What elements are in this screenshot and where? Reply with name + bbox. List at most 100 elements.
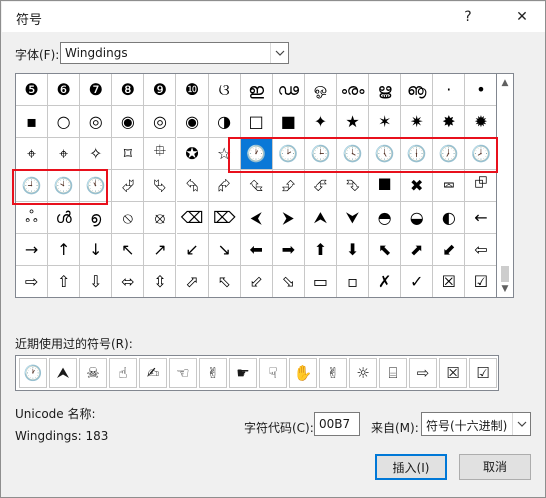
symbol-cell[interactable]: ⯀ — [369, 170, 402, 202]
symbol-cell[interactable]: ❺ — [16, 74, 49, 106]
recent-symbol-cell[interactable]: ☛ — [229, 358, 257, 388]
symbol-cell[interactable]: ⬀ — [177, 266, 209, 297]
from-select[interactable]: 符号(十六进制) — [421, 412, 531, 436]
symbol-cell[interactable]: ⮱ — [144, 170, 177, 202]
symbol-cell[interactable]: ↘ — [208, 234, 241, 266]
recent-symbol-cell[interactable]: ☟ — [259, 358, 287, 388]
recent-symbol-cell[interactable]: ⮝ — [49, 358, 77, 388]
symbol-cell[interactable]: ❼ — [80, 74, 113, 106]
symbol-cell[interactable]: ○ — [48, 106, 81, 138]
symbol-cell[interactable]: ஃ — [16, 202, 49, 234]
symbol-cell[interactable]: ◒ — [401, 202, 434, 234]
symbol-cell[interactable]: ✸ — [433, 106, 466, 138]
symbol-cell[interactable]: ✶ — [369, 106, 402, 138]
symbol-cell[interactable]: ൠ — [369, 74, 402, 106]
symbol-cell[interactable]: ஓ — [304, 74, 337, 106]
symbol-cell[interactable]: ⬇ — [337, 234, 370, 266]
symbol-cell[interactable]: ⮟ — [337, 202, 370, 234]
recent-symbol-cell[interactable]: ☠ — [79, 358, 107, 388]
symbol-cell[interactable]: ↗ — [144, 234, 177, 266]
symbol-cell[interactable]: ⌖ — [16, 138, 49, 170]
symbol-cell[interactable]: • — [465, 74, 496, 106]
symbol-cell[interactable]: ഇ — [240, 74, 273, 106]
symbol-cell[interactable]: ⬄ — [112, 266, 145, 297]
recent-symbol-cell[interactable]: ☒ — [439, 358, 467, 388]
symbol-cell[interactable]: ☑ — [465, 266, 496, 297]
scroll-up-icon[interactable]: ▲ — [497, 74, 513, 91]
symbol-cell[interactable]: ▫ — [337, 266, 370, 297]
symbol-cell[interactable]: ◎ — [80, 106, 113, 138]
symbol-cell[interactable]: ✦ — [304, 106, 337, 138]
char-code-input[interactable]: 00B7 — [314, 412, 360, 436]
scroll-down-icon[interactable]: ▼ — [497, 280, 513, 297]
cancel-button[interactable]: 取消 — [459, 454, 531, 480]
recent-symbol-cell[interactable]: ✍ — [139, 358, 167, 388]
recent-symbol-cell[interactable]: ☑ — [469, 358, 497, 388]
symbol-cell[interactable]: ✗ — [369, 266, 402, 297]
chevron-down-icon[interactable] — [512, 413, 530, 435]
symbol-cell[interactable]: ൟ — [337, 74, 370, 106]
symbol-cell[interactable]: ⮲ — [176, 170, 209, 202]
recent-symbol-cell[interactable]: ✌ — [319, 358, 347, 388]
symbol-cell[interactable]: ⮝ — [304, 202, 337, 234]
symbol-cell[interactable]: ⇧ — [48, 266, 81, 297]
symbol-cell[interactable]: ◉ — [176, 106, 209, 138]
symbol-cell[interactable]: ✪ — [176, 138, 209, 170]
symbol-cell[interactable]: ★ — [337, 106, 370, 138]
symbol-cell[interactable]: ■ — [272, 106, 305, 138]
symbol-cell[interactable]: ❾ — [144, 74, 177, 106]
close-button[interactable]: ✕ — [502, 3, 542, 31]
symbol-cell[interactable]: ⮹ — [433, 170, 466, 202]
symbol-cell[interactable]: ✷ — [401, 106, 434, 138]
symbol-cell[interactable]: ◉ — [112, 106, 145, 138]
recent-symbol-cell[interactable]: ☝ — [109, 358, 137, 388]
symbol-cell[interactable]: ⇦ — [465, 234, 496, 266]
symbol-cell[interactable]: ⌫ — [176, 202, 209, 234]
symbol-cell[interactable]: ⌖ — [48, 138, 81, 170]
symbol-cell[interactable]: ❽ — [112, 74, 145, 106]
symbol-cell[interactable]: ⇨ — [16, 266, 49, 297]
symbol-cell[interactable]: ⬆ — [304, 234, 337, 266]
symbol-cell[interactable]: ◐ — [433, 202, 466, 234]
symbol-cell[interactable]: ⮵ — [272, 170, 305, 202]
symbol-cell[interactable]: → — [16, 234, 49, 266]
symbol-cell[interactable]: ⮰ — [112, 170, 145, 202]
symbol-cell[interactable]: · — [433, 74, 466, 106]
recent-symbol-cell[interactable]: ☼ — [349, 358, 377, 388]
recent-symbol-cell[interactable]: 🕐 — [19, 358, 47, 388]
recent-symbols[interactable]: 🕐 ⮝ ☠ ☝ ✍ ☜ ✌ ☛ ☟ ✋ ✌ ☼ ⌸ ⇨ ☒ ☑ — [15, 355, 499, 391]
symbol-cell[interactable]: ൭ — [80, 202, 113, 234]
symbol-cell[interactable]: ⇩ — [80, 266, 113, 297]
symbol-cell[interactable]: ⬉ — [369, 234, 402, 266]
symbol-cell[interactable]: □ — [240, 106, 273, 138]
symbol-cell[interactable]: ⌦ — [208, 202, 241, 234]
chevron-down-icon[interactable] — [270, 43, 288, 63]
symbol-cell[interactable]: ⬃ — [241, 266, 273, 297]
symbol-cell[interactable]: ⯐ — [144, 138, 177, 170]
symbol-cell[interactable]: ⌑ — [112, 138, 145, 170]
symbol-cell[interactable]: ▭ — [305, 266, 337, 297]
symbol-cell[interactable]: ൡ — [401, 74, 434, 106]
symbol-cell[interactable]: ✓ — [401, 266, 434, 297]
symbol-cell[interactable]: ↖ — [112, 234, 145, 266]
symbol-cell[interactable]: ⇳ — [144, 266, 177, 297]
symbol-cell[interactable]: ⬅ — [240, 234, 273, 266]
recent-symbol-cell[interactable]: ☜ — [169, 358, 197, 388]
symbol-cell[interactable]: ⮷ — [337, 170, 370, 202]
symbol-cell[interactable]: ⮳ — [208, 170, 241, 202]
symbol-cell[interactable]: ◓ — [369, 202, 402, 234]
symbol-cell[interactable]: ◎ — [144, 106, 177, 138]
symbol-cell[interactable]: ◑ — [208, 106, 241, 138]
recent-symbol-cell[interactable]: ✌ — [199, 358, 227, 388]
symbol-cell[interactable]: ⦸ — [112, 202, 145, 234]
insert-button[interactable]: 插入(I) — [375, 454, 447, 480]
help-button[interactable]: ? — [448, 3, 488, 31]
symbol-cell[interactable]: ✹ — [465, 106, 496, 138]
symbol-cell[interactable]: ⬈ — [401, 234, 434, 266]
symbol-cell[interactable]: ❻ — [48, 74, 81, 106]
symbol-cell[interactable]: ଓ — [208, 74, 241, 106]
symbol-cell[interactable]: ൾ — [48, 202, 81, 234]
symbol-cell[interactable]: ↓ — [80, 234, 113, 266]
symbol-cell[interactable]: ⮶ — [304, 170, 337, 202]
symbol-cell[interactable]: ഢ — [272, 74, 305, 106]
